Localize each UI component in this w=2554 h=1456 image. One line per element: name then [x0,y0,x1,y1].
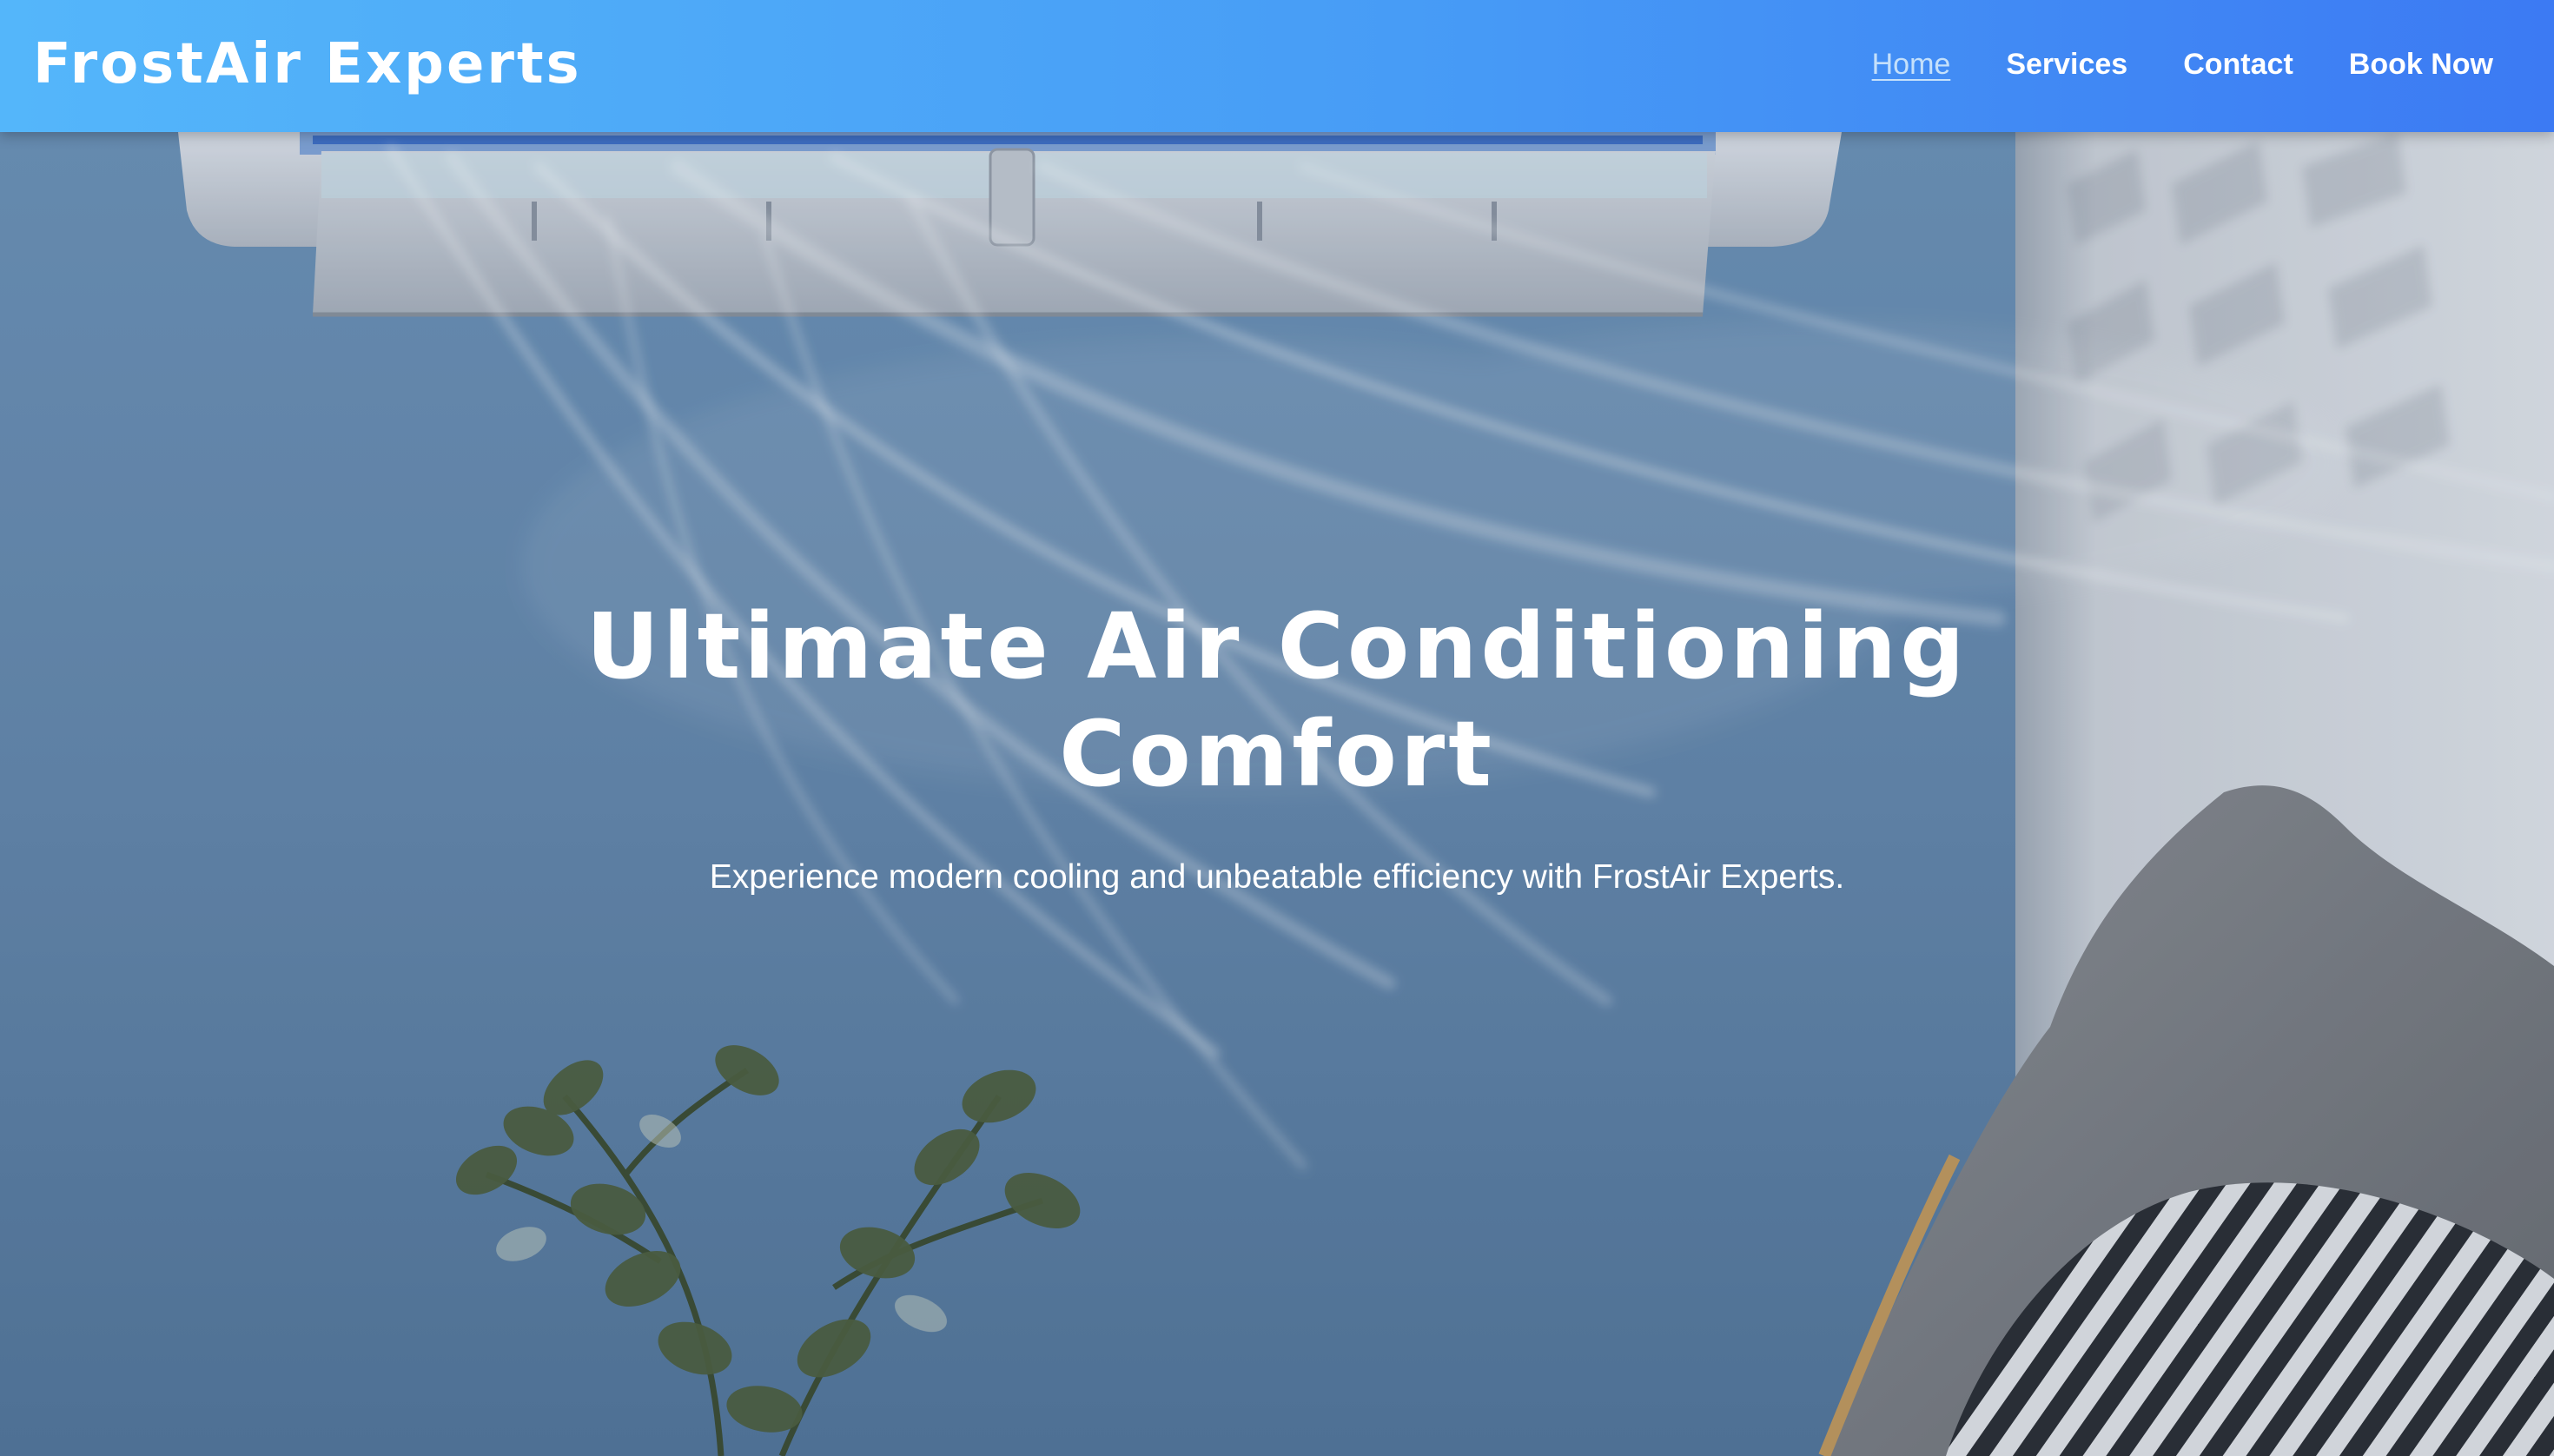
nav-link-book-now[interactable]: Book Now [2349,40,2493,89]
nav-link-services[interactable]: Services [2006,40,2127,89]
site-logo[interactable]: FrostAir Experts [33,31,582,97]
page: FrostAir Experts Home Services Contact B… [0,0,2554,1456]
hero-section: Ultimate Air Conditioning Comfort Experi… [0,132,2554,1456]
nav-link-home[interactable]: Home [1872,40,1951,89]
hero-title: Ultimate Air Conditioning Comfort [586,593,1968,807]
nav-link-contact[interactable]: Contact [2183,40,2293,89]
hero-content: Ultimate Air Conditioning Comfort Experi… [0,592,2554,903]
main-nav: Home Services Contact Book Now [1872,40,2493,89]
hero-subtitle: Experience modern cooling and unbeatable… [709,858,1845,896]
site-header: FrostAir Experts Home Services Contact B… [0,0,2554,132]
